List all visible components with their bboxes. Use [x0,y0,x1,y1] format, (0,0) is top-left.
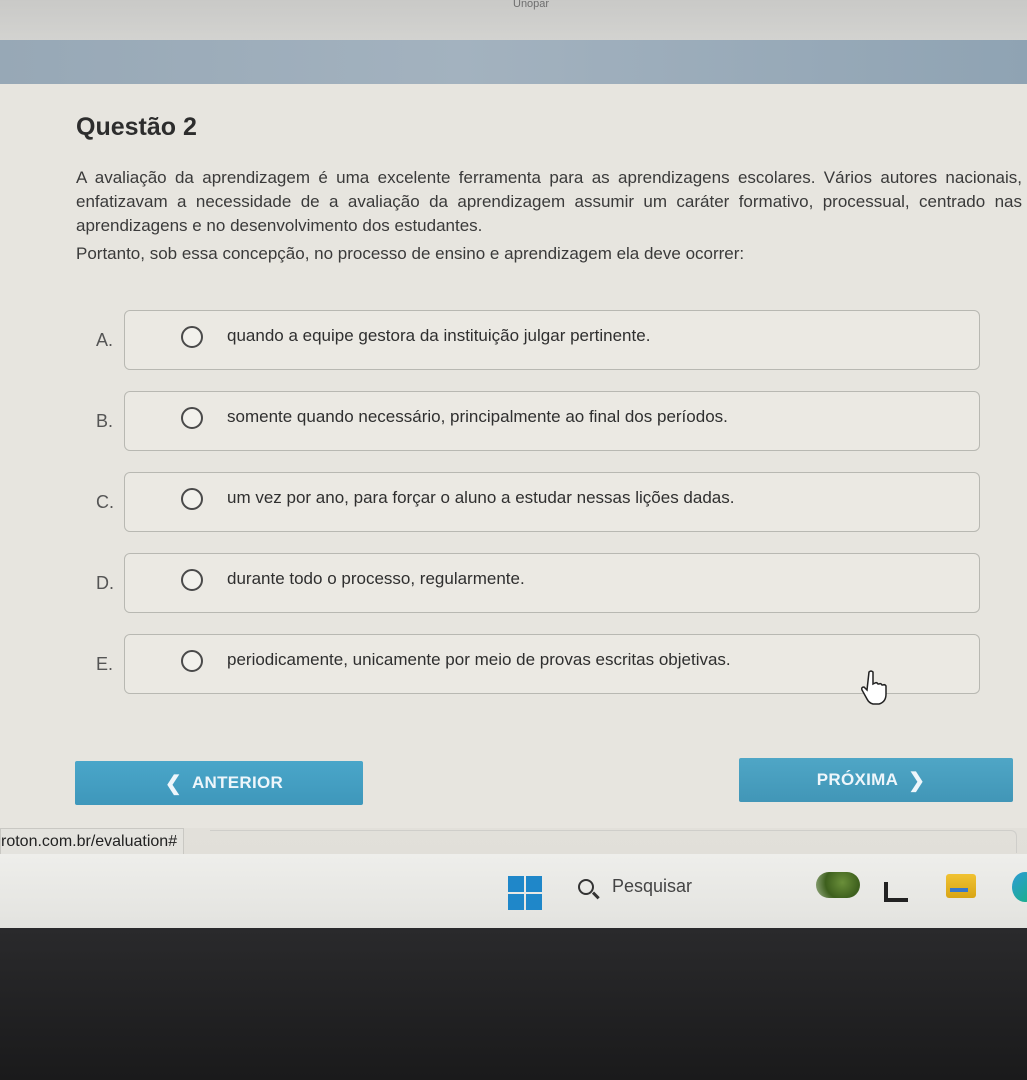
previous-button-label: ANTERIOR [191,773,284,792]
widgets-icon[interactable] [816,872,860,898]
radio-button[interactable] [181,488,203,510]
edge-icon[interactable] [1012,872,1027,902]
option-box[interactable]: um vez por ano, para forçar o aluno a es… [124,472,980,532]
option-e[interactable]: E. periodicamente, unicamente por meio d… [90,634,980,694]
question-title: Questão 2 [76,113,197,141]
option-box[interactable]: quando a equipe gestora da instituição j… [124,310,980,370]
next-button[interactable]: PRÓXIMA ❯ [739,758,1013,802]
option-text[interactable]: durante todo o processo, regularmente. [227,569,525,589]
header-bar [0,40,1027,84]
option-text[interactable]: quando a equipe gestora da instituição j… [227,326,650,346]
option-a[interactable]: A. quando a equipe gestora da instituiçã… [90,310,980,370]
option-letter: C. [96,492,114,512]
option-box[interactable]: periodicamente, unicamente por meio de p… [124,634,980,694]
question-prompt: Portanto, sob essa concepção, no process… [76,244,745,263]
option-box[interactable]: somente quando necessário, principalment… [124,391,980,451]
option-letter: B. [96,411,114,431]
question-paragraph: A avaliação da aprendizagem é uma excele… [76,168,1022,235]
browser-top-strip: Unopar [0,0,1027,40]
file-explorer-icon[interactable] [884,882,908,902]
radio-button[interactable] [181,326,203,348]
taskbar: Pesquisar [0,854,1027,928]
option-b[interactable]: B. somente quando necessário, principalm… [90,391,980,451]
status-divider [210,830,1017,853]
option-c[interactable]: C. um vez por ano, para forçar o aluno a… [90,472,980,532]
monitor-bezel [0,928,1027,1080]
option-letter: E. [96,654,114,674]
question-statement: A avaliação da aprendizagem é uma excele… [76,166,1022,266]
folder-icon[interactable] [946,874,976,898]
radio-button[interactable] [181,569,203,591]
option-box[interactable]: durante todo o processo, regularmente. [124,553,980,613]
option-letter: D. [96,573,114,593]
radio-button[interactable] [181,650,203,672]
chevron-right-icon: ❯ [908,769,926,792]
top-label: Unopar [513,0,550,10]
option-text[interactable]: somente quando necessário, principalment… [227,407,728,427]
option-d[interactable]: D. durante todo o processo, regularmente… [90,553,980,613]
search-icon [578,879,594,895]
radio-button[interactable] [181,407,203,429]
chevron-left-icon: ❮ [164,772,182,795]
search-placeholder[interactable]: Pesquisar [612,876,692,897]
screen: Unopar Questão 2 A avaliação da aprendiz… [0,0,1027,928]
windows-start-icon[interactable] [508,876,542,910]
hand-pointer-icon [861,670,887,705]
status-url: roton.com.br/evaluation# [0,828,185,856]
next-button-label: PRÓXIMA [816,770,899,789]
option-letter: A. [96,330,114,350]
option-text[interactable]: periodicamente, unicamente por meio de p… [227,650,731,670]
previous-button[interactable]: ❮ ANTERIOR [75,761,363,805]
option-text[interactable]: um vez por ano, para forçar o aluno a es… [227,488,734,508]
